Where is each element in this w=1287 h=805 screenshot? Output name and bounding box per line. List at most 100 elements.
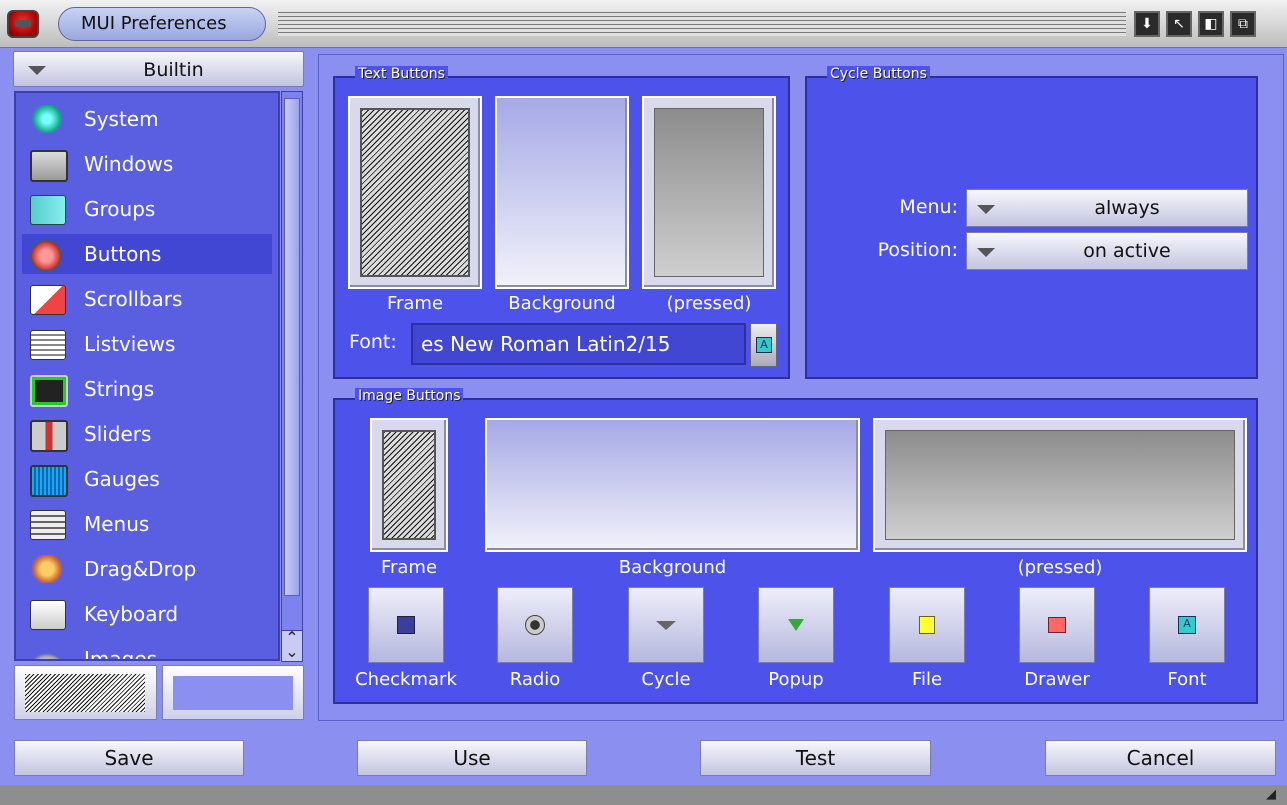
resize-grip-icon[interactable]: ◢ <box>1266 788 1282 802</box>
radio-image-button[interactable] <box>497 587 573 663</box>
position-cycle[interactable]: on active <box>966 232 1248 270</box>
scroll-arrows-icon[interactable]: ⌃ ⌄ <box>281 630 303 662</box>
keyboard-icon <box>30 600 66 630</box>
image-frame-swatch[interactable] <box>370 418 448 552</box>
string-icon <box>30 375 68 407</box>
image-label: Popup <box>768 669 824 690</box>
scrollbar-knob[interactable] <box>284 98 300 596</box>
file-image-button[interactable] <box>889 587 965 663</box>
gauge-icon <box>30 465 68 497</box>
file-icon <box>919 616 935 634</box>
butterfly-icon <box>30 105 64 133</box>
image-pressed-label: (pressed) <box>1017 557 1103 578</box>
cancel-button[interactable]: Cancel <box>1045 740 1276 776</box>
category-item-images[interactable]: Images <box>22 639 272 661</box>
button-icon <box>30 240 62 272</box>
position-value: on active <box>1083 240 1171 262</box>
zoom-icon[interactable]: ◧ <box>1198 11 1224 37</box>
checkmark-icon <box>397 616 415 634</box>
category-item-listviews[interactable]: Listviews <box>22 324 272 364</box>
category-item-sliders[interactable]: Sliders <box>22 414 272 454</box>
font-input[interactable]: es New Roman Latin2/15 <box>411 323 746 365</box>
image-label: Radio <box>509 669 561 690</box>
image-label: Font <box>1167 669 1207 690</box>
snapshot-icon[interactable]: ⬇ <box>1134 11 1160 37</box>
color-preview <box>162 665 304 720</box>
builtin-cycle[interactable]: Builtin <box>13 51 304 87</box>
title-bar-drag-area[interactable] <box>278 12 1126 36</box>
image-label: Drawer <box>1024 669 1090 690</box>
category-label: Scrollbars <box>84 287 183 311</box>
slider-icon <box>30 420 68 452</box>
use-button[interactable]: Use <box>357 740 587 776</box>
category-item-keyboard[interactable]: Keyboard <box>22 594 272 634</box>
images-icon <box>30 645 64 659</box>
category-label: Listviews <box>84 332 176 356</box>
depth-icon[interactable]: ⧉ <box>1230 11 1256 37</box>
category-item-dragdrop[interactable]: Drag&Drop <box>22 549 272 589</box>
image-frame-label: Frame <box>380 557 438 578</box>
category-item-system[interactable]: System <box>22 99 272 139</box>
image-background-swatch[interactable] <box>485 418 860 552</box>
image-label: Checkmark <box>355 669 457 690</box>
pattern-preview <box>14 665 157 720</box>
pointer-icon[interactable]: ↖ <box>1166 11 1192 37</box>
chevron-down-icon <box>977 205 995 214</box>
hand-icon <box>30 555 64 583</box>
category-label: Images <box>84 647 158 661</box>
image-label: File <box>911 669 943 690</box>
listview-icon <box>30 330 66 360</box>
close-icon[interactable] <box>7 10 39 38</box>
menu-cycle[interactable]: always <box>966 189 1248 227</box>
font-icon: A <box>1178 616 1196 634</box>
font-label: Font: <box>349 331 397 353</box>
text-background-swatch[interactable] <box>495 96 629 289</box>
category-label: Windows <box>84 152 174 176</box>
category-item-scrollbars[interactable]: Scrollbars <box>22 279 272 319</box>
frame-label: Frame <box>386 293 444 314</box>
category-item-windows[interactable]: Windows <box>22 144 272 184</box>
scrollbar-icon <box>30 285 66 315</box>
chevron-down-icon <box>977 248 995 257</box>
text-frame-swatch[interactable] <box>348 96 482 289</box>
cycle-icon <box>656 620 676 630</box>
image-label: Cycle <box>641 669 691 690</box>
category-item-menus[interactable]: Menus <box>22 504 272 544</box>
category-label: Buttons <box>84 242 162 266</box>
drawer-icon <box>1048 617 1066 633</box>
pressed-label: (pressed) <box>666 293 752 314</box>
category-label: Strings <box>84 377 155 401</box>
save-button[interactable]: Save <box>14 740 244 776</box>
image-pressed-swatch[interactable] <box>873 418 1247 552</box>
image-background-label: Background <box>618 557 727 578</box>
category-label: System <box>84 107 159 131</box>
font-popup-button[interactable]: A <box>750 323 777 367</box>
category-item-groups[interactable]: Groups <box>22 189 272 229</box>
category-item-strings[interactable]: Strings <box>22 369 272 409</box>
group-title: Cycle Buttons <box>827 66 930 82</box>
category-list[interactable]: System Windows Groups Buttons Scrollbars… <box>14 91 280 661</box>
popup-image-button[interactable] <box>758 587 834 663</box>
radio-icon <box>525 615 545 635</box>
text-pressed-swatch[interactable] <box>642 96 776 289</box>
builtin-label: Builtin <box>143 59 204 81</box>
test-button[interactable]: Test <box>700 740 931 776</box>
cycle-image-button[interactable] <box>628 587 704 663</box>
cycle-buttons-group: Cycle Buttons <box>805 66 1258 379</box>
group-title: Image Buttons <box>355 388 464 404</box>
font-image-button[interactable]: A <box>1149 587 1225 663</box>
category-item-buttons[interactable]: Buttons <box>22 234 272 274</box>
category-label: Gauges <box>84 467 160 491</box>
drawer-image-button[interactable] <box>1019 587 1095 663</box>
group-title: Text Buttons <box>355 66 448 82</box>
category-label: Drag&Drop <box>84 557 197 581</box>
menu-value: always <box>1094 197 1160 219</box>
status-bar <box>0 785 1287 805</box>
category-item-gauges[interactable]: Gauges <box>22 459 272 499</box>
menu-icon <box>30 510 66 540</box>
checkmark-image-button[interactable] <box>368 587 444 663</box>
category-label: Menus <box>84 512 150 536</box>
font-icon: A <box>756 337 772 353</box>
category-label: Keyboard <box>84 602 179 626</box>
groups-icon <box>30 195 66 225</box>
